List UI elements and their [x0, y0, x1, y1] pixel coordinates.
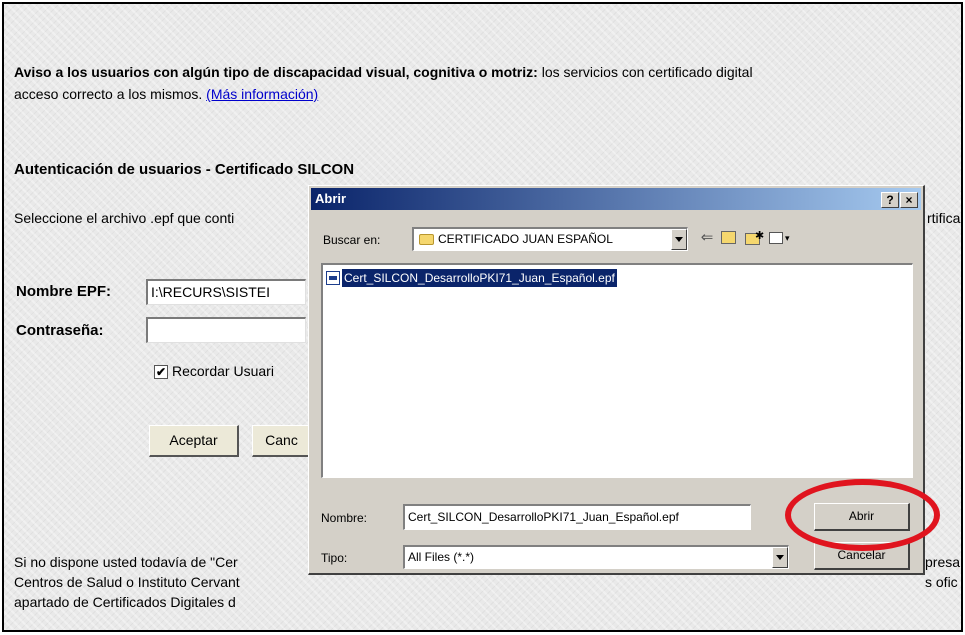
footer-tail2: s ofic	[925, 574, 958, 590]
file-name: Cert_SILCON_DesarrolloPKI71_Juan_Español…	[342, 269, 617, 287]
remember-label: Recordar Usuari	[172, 363, 274, 379]
select-instructions-tail: rtifica	[927, 210, 961, 226]
folder-icon	[419, 234, 434, 245]
password-label: Contraseña:	[16, 322, 104, 339]
filetype-label: Tipo:	[321, 551, 348, 565]
up-folder-icon[interactable]	[718, 229, 740, 247]
accessibility-notice: Aviso a los usuarios con algún tipo de d…	[14, 64, 753, 80]
lookin-label: Buscar en:	[323, 233, 381, 247]
close-icon[interactable]: ×	[900, 192, 918, 208]
notice-rest: los servicios con certificado digital	[537, 64, 753, 80]
dialog-titlebar[interactable]: Abrir ? ×	[311, 188, 921, 210]
new-folder-icon[interactable]: ✱	[742, 229, 764, 247]
cancel-button[interactable]: Canc	[252, 425, 312, 457]
epf-input[interactable]: I:\RECURS\SISTEI	[146, 279, 306, 305]
notice-line2: acceso correcto a los mismos. (Más infor…	[14, 86, 318, 102]
footer-tail1: presa	[925, 554, 961, 570]
list-item[interactable]: Cert_SILCON_DesarrolloPKI71_Juan_Español…	[326, 269, 617, 287]
web-page: Aviso a los usuarios con algún tipo de d…	[2, 2, 963, 632]
dialog-cancel-button[interactable]: Cancelar	[814, 542, 910, 570]
select-instructions: Seleccione el archivo .epf que conti	[14, 210, 235, 226]
epf-label: Nombre EPF:	[16, 283, 112, 300]
password-input[interactable]	[146, 317, 306, 343]
filename-label: Nombre:	[321, 511, 368, 525]
filetype-select[interactable]: All Files (*.*)	[403, 545, 789, 569]
file-list[interactable]: Cert_SILCON_DesarrolloPKI71_Juan_Español…	[321, 263, 913, 478]
footer-line1: Si no dispone usted todavía de "Cer	[14, 554, 238, 570]
help-icon[interactable]: ?	[881, 192, 899, 208]
more-info-link[interactable]: (Más información)	[206, 86, 318, 102]
auth-heading: Autenticación de usuarios - Certificado …	[14, 161, 355, 178]
accept-button[interactable]: Aceptar	[149, 425, 239, 457]
view-menu-icon[interactable]: ▾	[766, 229, 794, 247]
notice-bold: Aviso a los usuarios con algún tipo de d…	[14, 64, 538, 80]
file-icon	[326, 271, 340, 285]
open-file-dialog: Abrir ? × Buscar en: CERTIFICADO JUAN ES…	[308, 185, 925, 575]
lookin-value: CERTIFICADO JUAN ESPAÑOL	[438, 232, 613, 246]
dialog-title: Abrir	[315, 191, 347, 206]
remember-checkbox[interactable]: ✔	[154, 365, 168, 379]
chevron-down-icon[interactable]	[671, 229, 687, 250]
footer-line2: Centros de Salud o Instituto Cervant	[14, 574, 240, 590]
lookin-select[interactable]: CERTIFICADO JUAN ESPAÑOL	[412, 227, 688, 251]
chevron-down-icon[interactable]	[772, 547, 788, 568]
open-button[interactable]: Abrir	[814, 503, 910, 531]
filename-input[interactable]: Cert_SILCON_DesarrolloPKI71_Juan_Español…	[403, 504, 751, 530]
notice-line2-text: acceso correcto a los mismos.	[14, 86, 207, 102]
filetype-value: All Files (*.*)	[408, 550, 475, 564]
footer-line3: apartado de Certificados Digitales d	[14, 594, 236, 610]
back-arrow-icon[interactable]: ⇐	[696, 229, 718, 247]
